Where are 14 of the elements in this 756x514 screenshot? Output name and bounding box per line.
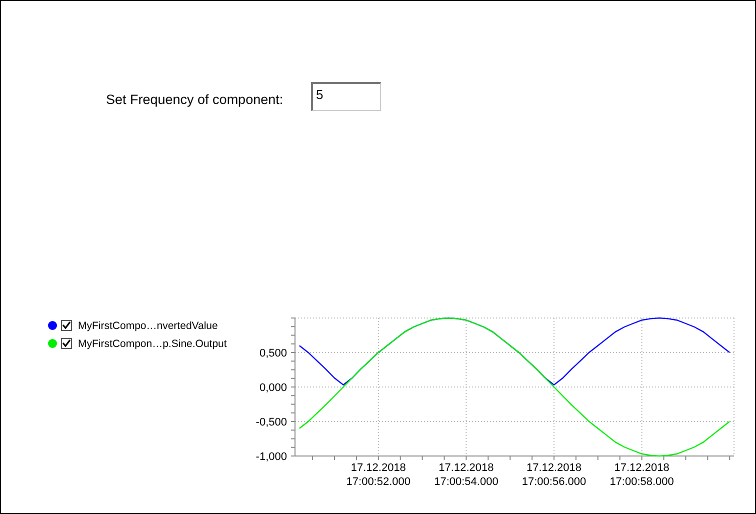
x-tick-label: 17.12.2018 17:00:56.000 (522, 462, 586, 488)
x-tick-label: 17.12.2018 17:00:58.000 (610, 462, 674, 488)
y-tick-label: 0,500 (259, 348, 287, 360)
y-tick-label: -1,000 (256, 451, 287, 463)
y-tick-label: 0,000 (259, 382, 287, 394)
frequency-input[interactable]: 5 (311, 82, 381, 111)
y-tick-label: -0,500 (256, 416, 287, 428)
legend-label: MyFirstCompo…nvertedValue (78, 320, 218, 332)
checkbox[interactable] (61, 338, 72, 349)
x-tick-label: 17.12.2018 17:00:54.000 (434, 462, 498, 488)
checkbox[interactable] (61, 320, 72, 331)
legend-label: MyFirstCompon…p.Sine.Output (78, 338, 227, 350)
x-tick-label: 17.12.2018 17:00:52.000 (346, 462, 411, 488)
frequency-label: Set Frequency of component: (106, 92, 284, 107)
